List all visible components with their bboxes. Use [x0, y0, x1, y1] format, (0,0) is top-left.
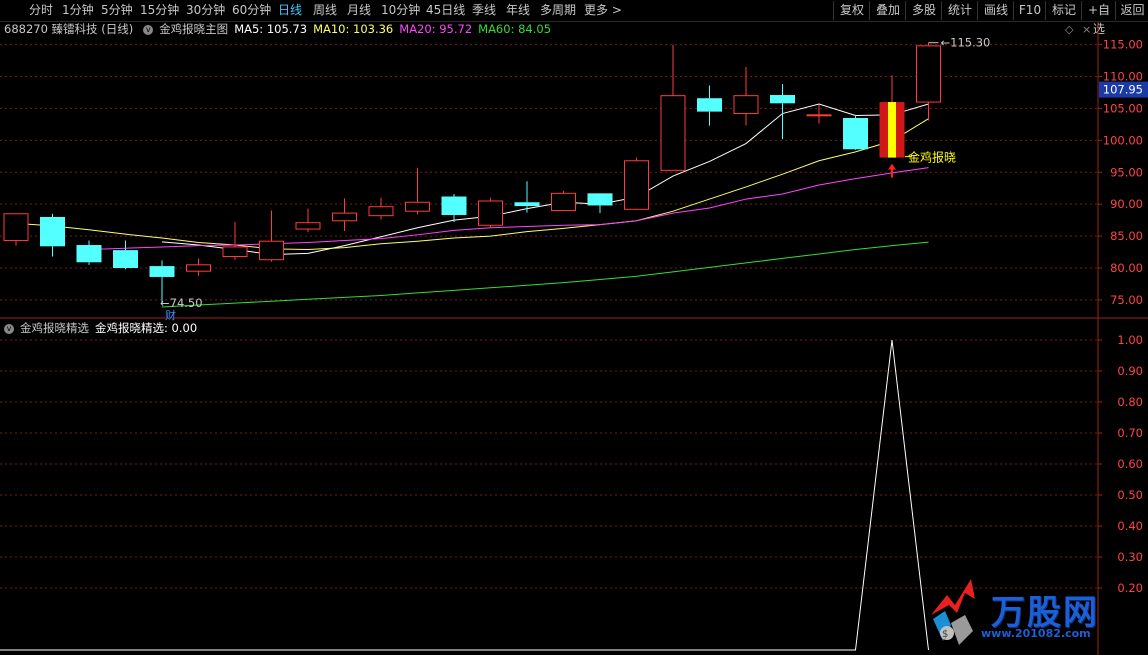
- candle-body: [186, 264, 211, 272]
- candle-body: [806, 114, 832, 117]
- candle: [3, 213, 29, 246]
- candle: [405, 167, 430, 215]
- candle: [660, 44, 686, 171]
- price-tick-label: 80.00: [1110, 261, 1143, 275]
- candle-body: [441, 196, 467, 216]
- candle-body: [916, 45, 941, 103]
- price-tick-label: 110.00: [1103, 70, 1143, 84]
- candle: [186, 258, 211, 276]
- candle: [295, 208, 321, 233]
- price-tick-label: 105.00: [1103, 101, 1143, 115]
- candle: [368, 197, 394, 220]
- candle: [259, 210, 284, 262]
- candle-body: [660, 95, 686, 171]
- current-price-label: 107.95: [1103, 83, 1143, 97]
- bull-logo-icon: $: [931, 579, 975, 645]
- price-tick-label: 90.00: [1110, 197, 1143, 211]
- candle-body: [295, 222, 321, 230]
- candle-body: [3, 213, 29, 242]
- price-tick-label: 115.00: [1103, 38, 1143, 52]
- candle-body: [222, 246, 248, 258]
- candle: [879, 75, 905, 158]
- candle-body: [733, 95, 759, 115]
- ma-line-ma20: [88, 167, 929, 250]
- wangu-logo: $ 万股网 www.201082.com: [925, 575, 1145, 650]
- candle: [514, 181, 540, 213]
- finance-marker: 财: [165, 308, 176, 322]
- candle-body: [624, 160, 649, 210]
- candle: [843, 114, 868, 150]
- candle: [40, 213, 65, 257]
- candle-body: [40, 216, 65, 247]
- candle-body: [405, 201, 430, 212]
- candle: [222, 222, 248, 260]
- indicator-tick-label: 0.70: [1117, 426, 1143, 440]
- candle-body: [697, 98, 722, 112]
- candle-body: [149, 266, 175, 277]
- indicator-tick-label: 0.30: [1117, 550, 1143, 564]
- indicator-tick-label: 1.00: [1117, 333, 1143, 347]
- signal-arrow-head: [888, 163, 896, 170]
- price-tick-label: 75.00: [1110, 293, 1143, 307]
- candle: [76, 240, 102, 265]
- indicator-tick-label: 0.90: [1117, 364, 1143, 378]
- price-tick-label: 95.00: [1110, 165, 1143, 179]
- candle-body: [368, 206, 394, 217]
- candle-body: [551, 192, 576, 212]
- candle: [697, 85, 722, 126]
- candle: [733, 66, 759, 126]
- svg-text:$: $: [942, 629, 948, 640]
- candle: [551, 190, 576, 212]
- indicator-tick-label: 0.50: [1117, 488, 1143, 502]
- signal-label: 金鸡报晓: [908, 150, 956, 165]
- indicator-tick-label: 0.60: [1117, 457, 1143, 471]
- candle-body: [770, 95, 795, 104]
- ma-line-ma5: [161, 103, 929, 256]
- candle-body: [478, 200, 503, 226]
- low-price-label: ←74.50: [160, 296, 203, 310]
- indicator-line: [0, 339, 929, 651]
- candle: [441, 193, 467, 223]
- candle: [806, 104, 832, 124]
- candle: [624, 157, 649, 210]
- candle-body: [514, 202, 540, 207]
- price-tick-label: 85.00: [1110, 229, 1143, 243]
- high-price-label: ←115.30: [941, 36, 991, 50]
- candle-body: [259, 240, 284, 261]
- ma-line-ma10: [15, 118, 929, 250]
- signal-candle-core: [888, 102, 896, 158]
- candle: [113, 240, 138, 270]
- price-tick-label: 100.00: [1103, 133, 1143, 147]
- indicator-tick-label: 0.40: [1117, 519, 1143, 533]
- candle-body: [332, 212, 357, 222]
- indicator-tick-label: 0.80: [1117, 395, 1143, 409]
- candle-body: [587, 193, 613, 206]
- stock-chart[interactable]: 75.00 80.00 85.00 90.00 95.00 100.00 105.00 110…: [0, 0, 1148, 655]
- candle-body: [843, 118, 868, 150]
- candle: [587, 193, 613, 214]
- candle: [478, 197, 503, 228]
- logo-url: www.201082.com: [981, 627, 1091, 640]
- candle: [332, 198, 357, 231]
- candle-body: [76, 245, 102, 263]
- candle-body: [113, 250, 138, 269]
